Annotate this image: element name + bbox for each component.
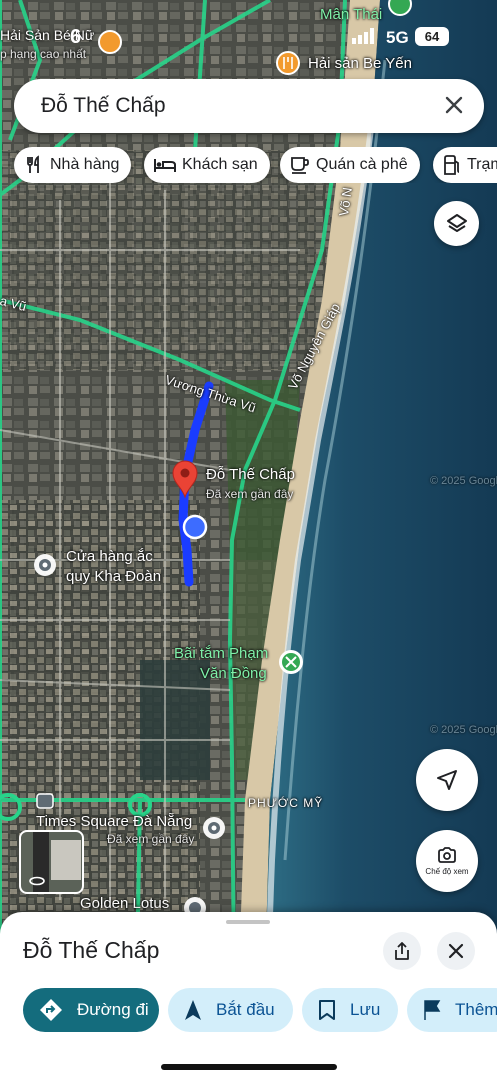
layers-icon	[446, 213, 467, 232]
start-button[interactable]: Bắt đầu	[168, 988, 293, 1032]
category-chips: Nhà hàng Khách sạn Quán cà phê Trạm	[14, 147, 497, 183]
navigation-arrow-icon	[185, 1000, 201, 1020]
beach-label[interactable]: Bãi tắm Phạm	[174, 645, 268, 662]
map-watermark: © 2025 Google	[430, 475, 497, 487]
bookmark-icon	[319, 1000, 335, 1020]
place-label[interactable]: Mân Thái	[320, 6, 382, 23]
street-view-label: Chế độ xem	[425, 867, 469, 876]
chip-label: Khách sạn	[182, 156, 258, 173]
signal-icon	[352, 28, 374, 44]
place-label[interactable]: Cửa hàng ắc	[66, 548, 153, 565]
status-time: 6	[70, 26, 82, 48]
drag-handle[interactable]	[226, 920, 270, 924]
save-label: Lưu	[350, 1000, 381, 1019]
search-query[interactable]: Đỗ Thế Chấp	[41, 94, 166, 118]
destination-sublabel: Đã xem gần đây	[206, 487, 294, 501]
street-view-thumbnail[interactable]	[19, 830, 84, 894]
place-label[interactable]: quy Kha Đoàn	[66, 568, 161, 585]
layers-button[interactable]	[434, 201, 479, 246]
chip-label: Nhà hàng	[50, 156, 120, 173]
chip-gas[interactable]: Trạm	[433, 147, 497, 183]
fuel-pump-icon	[444, 155, 460, 175]
chip-hotels[interactable]: Khách sạn	[144, 147, 270, 183]
close-icon[interactable]	[442, 93, 466, 117]
map-watermark: © 2025 Google	[430, 724, 497, 736]
destination-label[interactable]: Đỗ Thế Chấp	[206, 466, 295, 483]
network-type: 5G	[386, 28, 409, 47]
flag-icon	[424, 1000, 441, 1020]
battery-icon: 64	[415, 27, 449, 46]
district-label: PHƯỚC MỸ	[248, 796, 324, 810]
chip-cafes[interactable]: Quán cà phê	[280, 147, 420, 183]
beach-label[interactable]: Văn Đồng	[200, 665, 267, 682]
my-location-button[interactable]	[416, 749, 478, 811]
close-sheet-button[interactable]	[437, 932, 475, 970]
coffee-cup-icon	[291, 157, 309, 174]
chip-label: Trạm	[467, 156, 497, 173]
status-bar: 6 5G 64	[0, 22, 497, 50]
close-icon	[448, 943, 464, 959]
place-bottom-sheet[interactable]: Đỗ Thế Chấp Đường đi Bắt đầu Lưu Thêm	[0, 912, 497, 1080]
directions-label: Đường đi	[77, 1000, 149, 1019]
place-label[interactable]: Times Square Đà Nẵng	[36, 813, 192, 830]
rotate-360-icon	[29, 876, 45, 886]
bed-icon	[154, 159, 176, 172]
directions-icon	[40, 999, 62, 1021]
place-label[interactable]: Golden Lotus	[80, 895, 169, 912]
fork-knife-icon	[27, 155, 39, 173]
chip-restaurants[interactable]: Nhà hàng	[14, 147, 132, 183]
search-bar[interactable]: Đỗ Thế Chấp	[14, 79, 484, 133]
share-button[interactable]	[383, 932, 421, 970]
share-icon	[395, 942, 409, 960]
current-location-dot	[182, 514, 208, 540]
home-indicator	[161, 1064, 337, 1070]
place-sublabel: Đã xem gần đây	[107, 832, 195, 846]
directions-button[interactable]: Đường đi	[23, 988, 159, 1032]
chip-label: Quán cà phê	[316, 156, 408, 173]
start-label: Bắt đầu	[216, 1000, 275, 1019]
more-button[interactable]: Thêm	[407, 988, 497, 1032]
location-arrow-icon	[437, 770, 457, 790]
camera-360-icon	[438, 847, 456, 863]
save-button[interactable]: Lưu	[302, 988, 398, 1032]
street-view-mode-button[interactable]: Chế độ xem	[416, 830, 478, 892]
place-label[interactable]: Hải sản Be Yến	[308, 55, 412, 72]
more-label: Thêm	[455, 1000, 497, 1019]
place-title: Đỗ Thế Chấp	[23, 937, 160, 963]
